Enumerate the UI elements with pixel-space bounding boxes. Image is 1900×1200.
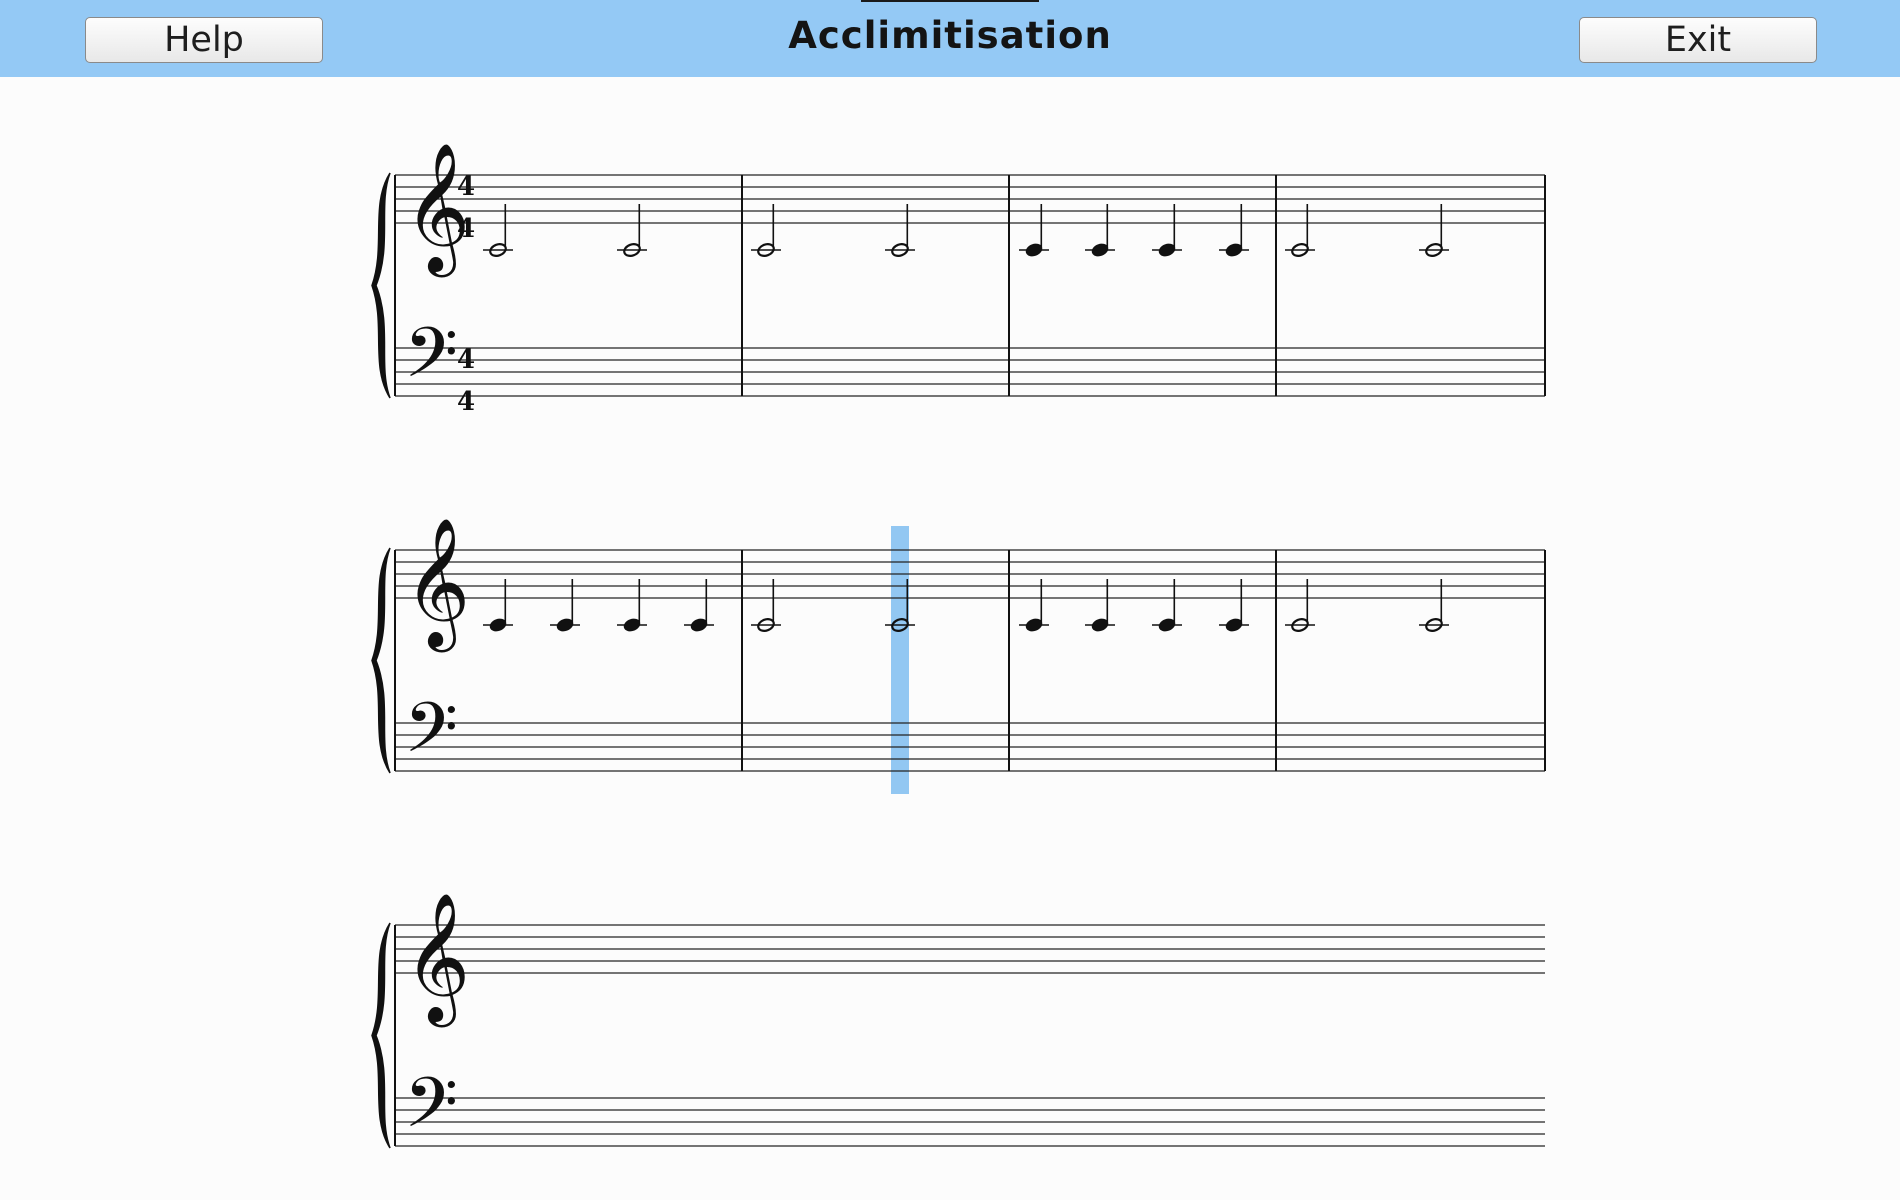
note-half xyxy=(1285,579,1315,632)
treble-clef-icon: 𝄞 xyxy=(404,517,470,653)
note-quarter xyxy=(1152,579,1182,632)
bass-time-signature-numerator: 4 xyxy=(457,345,475,375)
playhead-cursor xyxy=(891,526,909,794)
note-half xyxy=(617,204,647,257)
note-quarter xyxy=(617,579,647,632)
note-half xyxy=(483,204,513,257)
note-quarter xyxy=(1152,204,1182,257)
brace xyxy=(371,172,391,399)
note-half xyxy=(751,579,781,632)
system-1: 𝄞𝄢4444 xyxy=(371,142,1546,417)
time-signature-numerator: 4 xyxy=(457,172,475,202)
note-quarter xyxy=(684,579,714,632)
score-canvas[interactable]: 𝄞𝄢4444𝄞𝄢𝄞𝄢 xyxy=(0,0,1900,1200)
bass-time-signature-denominator: 4 xyxy=(457,387,475,417)
note-half xyxy=(1419,204,1449,257)
note-quarter xyxy=(1019,579,1049,632)
note-quarter xyxy=(1219,579,1249,632)
system-2: 𝄞𝄢 xyxy=(371,517,1546,785)
note-half xyxy=(751,204,781,257)
note-quarter xyxy=(1085,204,1115,257)
note-half xyxy=(885,204,915,257)
note-quarter xyxy=(1219,204,1249,257)
bass-clef-icon: 𝄢 xyxy=(404,687,458,785)
note-quarter xyxy=(1085,579,1115,632)
note-half xyxy=(1419,579,1449,632)
time-signature-denominator: 4 xyxy=(457,214,475,244)
bass-clef-icon: 𝄢 xyxy=(404,312,458,410)
note-quarter xyxy=(1019,204,1049,257)
brace xyxy=(371,922,391,1149)
treble-clef-icon: 𝄞 xyxy=(404,142,470,278)
note-quarter xyxy=(550,579,580,632)
treble-clef-icon: 𝄞 xyxy=(404,892,470,1028)
system-3: 𝄞𝄢 xyxy=(371,892,1545,1160)
note-quarter xyxy=(483,579,513,632)
note-half xyxy=(1285,204,1315,257)
brace xyxy=(371,547,391,774)
bass-clef-icon: 𝄢 xyxy=(404,1062,458,1160)
